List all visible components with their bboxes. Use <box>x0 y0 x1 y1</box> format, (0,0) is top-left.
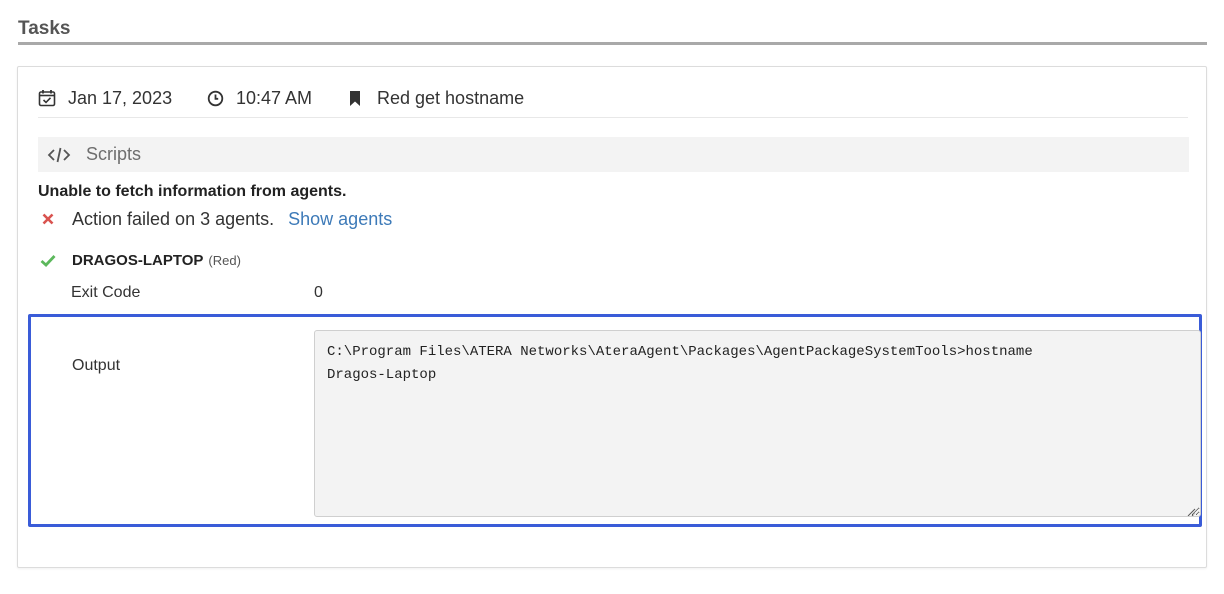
task-time-text: 10:47 AM <box>236 87 313 108</box>
exit-code-value: 0 <box>314 284 323 301</box>
task-date: Jan 17, 2023 <box>38 86 172 110</box>
task-name-text: Red get hostname <box>377 87 525 108</box>
page-header: Tasks <box>18 18 1207 45</box>
resize-grip-icon[interactable] <box>1187 503 1196 516</box>
clock-icon <box>207 90 224 107</box>
task-card: Jan 17, 2023 10:47 AM Red get hostname S… <box>17 66 1207 568</box>
task-date-text: Jan 17, 2023 <box>68 87 173 108</box>
output-label: Output <box>72 357 121 374</box>
error-title: Unable to fetch information from agents. <box>38 183 347 200</box>
calendar-check-icon <box>38 89 56 107</box>
exit-code-label: Exit Code <box>71 284 141 301</box>
output-line: C:\Program Files\ATERA Networks\AteraAge… <box>327 344 1033 360</box>
output-line: Dragos-Laptop <box>327 367 437 383</box>
bookmark-icon <box>348 90 362 107</box>
agent-tag: (Red) <box>208 252 241 268</box>
agent-row: DRAGOS-LAPTOP (Red) <box>38 249 241 271</box>
output-textarea[interactable]: C:\Program Files\ATERA Networks\AteraAge… <box>314 330 1201 517</box>
check-icon <box>38 254 58 267</box>
page-title: Tasks <box>18 18 71 39</box>
failure-text: Action failed on 3 agents. <box>72 208 275 229</box>
agent-name: DRAGOS-LAPTOP <box>72 251 204 269</box>
show-agents-link[interactable]: Show agents <box>288 209 392 230</box>
output-section: Output C:\Program Files\ATERA Networks\A… <box>28 314 1202 527</box>
x-icon <box>38 213 58 225</box>
failure-row: Action failed on 3 agents. Show agents <box>38 207 392 231</box>
scripts-section-header: Scripts <box>38 137 1189 172</box>
task-time: 10:47 AM <box>207 86 312 110</box>
scripts-label: Scripts <box>86 144 142 164</box>
code-icon <box>47 146 71 164</box>
task-name: Red get hostname <box>348 86 524 110</box>
task-meta-row: Jan 17, 2023 10:47 AM Red get hostname <box>38 84 1188 118</box>
